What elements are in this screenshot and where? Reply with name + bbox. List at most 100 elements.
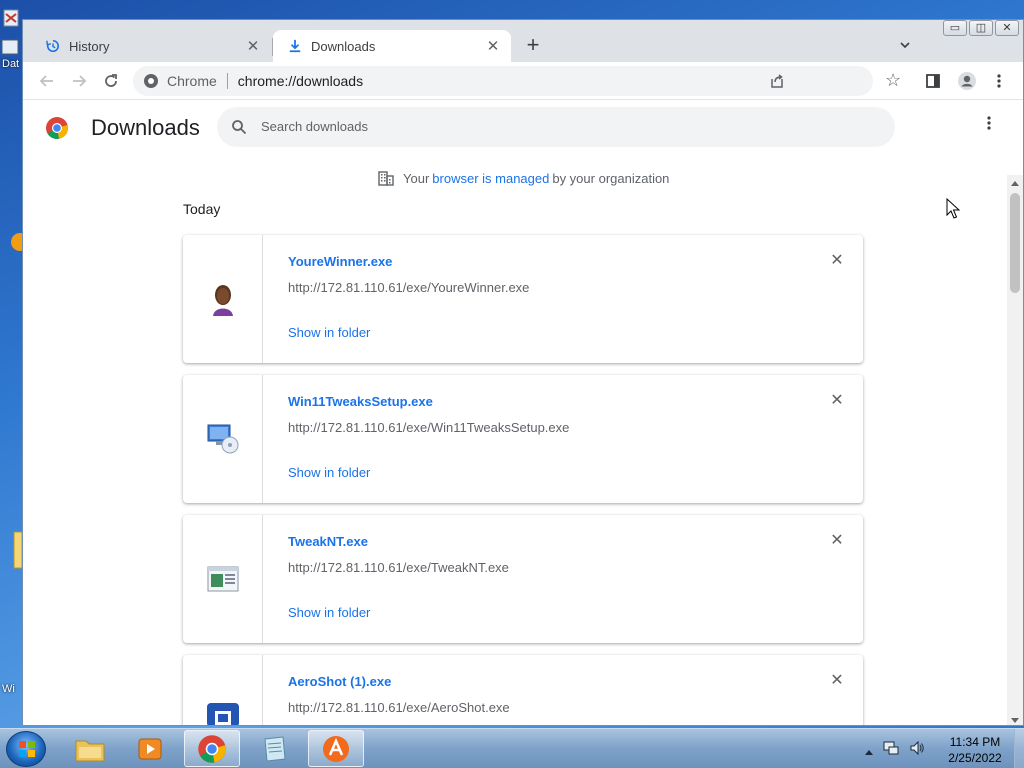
remove-download-icon[interactable]: ✕: [827, 251, 847, 271]
tab-search-button[interactable]: [893, 34, 917, 58]
folder-icon: [75, 740, 105, 761]
show-in-folder-link[interactable]: Show in folder: [288, 325, 370, 340]
file-url[interactable]: http://172.81.110.61/exe/AeroShot.exe: [288, 700, 510, 715]
file-icon-area: [183, 375, 263, 503]
remove-download-icon[interactable]: ✕: [827, 671, 847, 691]
chrome-menu-button[interactable]: [985, 67, 1013, 95]
chrome-taskbar-icon: [198, 734, 226, 763]
close-tab-icon[interactable]: ✕: [483, 36, 503, 56]
date-heading: Today: [183, 201, 221, 217]
file-name-link[interactable]: YoureWinner.exe: [288, 254, 392, 269]
scrollbar-thumb[interactable]: [1010, 193, 1020, 293]
taskbar-chrome[interactable]: [184, 730, 240, 767]
managed-link[interactable]: browser is managed: [432, 171, 549, 186]
tab-label: Downloads: [311, 38, 376, 54]
page-header: Downloads Search downloads: [23, 101, 1023, 159]
avast-icon: [323, 735, 349, 762]
mouse-cursor-icon: [946, 198, 960, 219]
close-window-button[interactable]: ✕: [995, 20, 1019, 36]
system-clock[interactable]: 11:34 PM 2/25/2022: [940, 734, 1010, 766]
window-controls: ▭ ◫ ✕: [943, 20, 1019, 36]
show-desktop-button[interactable]: [1014, 729, 1024, 768]
show-in-folder-link[interactable]: Show in folder: [288, 465, 370, 480]
file-name-link[interactable]: TweakNT.exe: [288, 534, 368, 549]
forward-button[interactable]: [65, 67, 93, 95]
windows-logo-icon: [19, 741, 35, 757]
remove-download-icon[interactable]: ✕: [827, 531, 847, 551]
search-placeholder: Search downloads: [261, 119, 368, 134]
url-text[interactable]: chrome://downloads: [238, 73, 363, 89]
remove-download-icon[interactable]: ✕: [827, 391, 847, 411]
share-icon[interactable]: [769, 73, 785, 89]
site-name: Chrome: [167, 73, 217, 89]
address-bar[interactable]: Chrome chrome://downloads ☆: [133, 66, 901, 96]
file-url[interactable]: http://172.81.110.61/exe/TweakNT.exe: [288, 560, 509, 575]
building-icon: [378, 171, 394, 186]
system-tray: [865, 740, 925, 761]
close-tab-icon[interactable]: ✕: [243, 36, 263, 56]
file-name-link[interactable]: AeroShot (1).exe: [288, 674, 391, 689]
network-icon[interactable]: [883, 740, 899, 761]
computer-disc-icon: [207, 424, 238, 454]
file-name-link[interactable]: Win11TweaksSetup.exe: [288, 394, 433, 409]
minimize-button[interactable]: ▭: [943, 20, 967, 36]
taskbar-avast[interactable]: [308, 730, 364, 767]
download-item: YoureWinner.exe http://172.81.110.61/exe…: [183, 235, 863, 363]
download-item: TweakNT.exe http://172.81.110.61/exe/Twe…: [183, 515, 863, 643]
desktop-icon[interactable]: [0, 230, 29, 256]
desktop-icon-label: Wi: [2, 683, 15, 695]
tab-strip: History ✕ Downloads ✕ + ▭ ◫ ✕: [23, 20, 1023, 62]
show-in-folder-link[interactable]: Show in folder: [288, 605, 370, 620]
vertical-scrollbar[interactable]: [1007, 175, 1023, 725]
back-button[interactable]: [33, 67, 61, 95]
managed-prefix: Your: [403, 170, 430, 186]
profile-avatar-button[interactable]: [953, 67, 981, 95]
browser-toolbar: Chrome chrome://downloads ☆: [23, 62, 1023, 100]
page-title: Downloads: [91, 115, 200, 140]
desktop-icon[interactable]: [0, 36, 22, 62]
person-photo-icon: [209, 282, 236, 316]
reload-button[interactable]: [97, 67, 125, 95]
history-icon: [45, 38, 61, 54]
taskbar-media-player[interactable]: [122, 730, 178, 767]
camera-app-icon: [206, 703, 239, 725]
address-divider: [226, 73, 228, 89]
chrome-logo-icon: [46, 117, 68, 139]
clock-time: 11:34 PM: [949, 735, 1001, 749]
desktop-icon[interactable]: [0, 530, 23, 569]
more-actions-icon[interactable]: [981, 115, 997, 139]
desktop-icon[interactable]: [0, 8, 22, 34]
file-icon-area: [183, 515, 263, 643]
tab-downloads[interactable]: Downloads ✕: [273, 30, 511, 62]
bookmark-star-icon[interactable]: ☆: [885, 70, 901, 91]
side-panel-button[interactable]: [919, 67, 947, 95]
start-button[interactable]: [6, 731, 46, 767]
file-icon-area: [183, 655, 263, 725]
chrome-site-icon: [144, 74, 158, 88]
download-item: Win11TweaksSetup.exe http://172.81.110.6…: [183, 375, 863, 503]
media-player-icon: [138, 738, 162, 759]
file-icon-area: [183, 235, 263, 363]
show-hidden-icons[interactable]: [865, 742, 873, 760]
download-item: AeroShot (1).exe http://172.81.110.61/ex…: [183, 655, 863, 725]
taskbar-notepad[interactable]: [246, 730, 302, 767]
maximize-button[interactable]: ◫: [969, 20, 993, 36]
window-app-icon: [207, 566, 238, 592]
scroll-down-arrow[interactable]: [1011, 718, 1019, 723]
taskbar: 11:34 PM 2/25/2022: [0, 728, 1024, 768]
volume-icon[interactable]: [909, 740, 925, 761]
tab-label: History: [69, 38, 110, 54]
taskbar-explorer[interactable]: [62, 730, 118, 767]
notepad-icon: [264, 735, 286, 762]
file-url[interactable]: http://172.81.110.61/exe/Win11TweaksSetu…: [288, 420, 569, 435]
new-tab-button[interactable]: +: [521, 34, 545, 58]
search-icon: [232, 120, 247, 135]
scroll-up-arrow[interactable]: [1011, 181, 1019, 186]
clock-date: 2/25/2022: [948, 751, 1002, 765]
downloads-page: Downloads Search downloads Your browser …: [23, 101, 1023, 725]
search-downloads-input[interactable]: Search downloads: [217, 107, 895, 147]
chrome-window: History ✕ Downloads ✕ + ▭ ◫ ✕ Chrome chr…: [22, 19, 1024, 726]
file-url[interactable]: http://172.81.110.61/exe/YoureWinner.exe: [288, 280, 529, 295]
download-icon: [287, 38, 303, 54]
tab-history[interactable]: History ✕: [31, 30, 271, 62]
